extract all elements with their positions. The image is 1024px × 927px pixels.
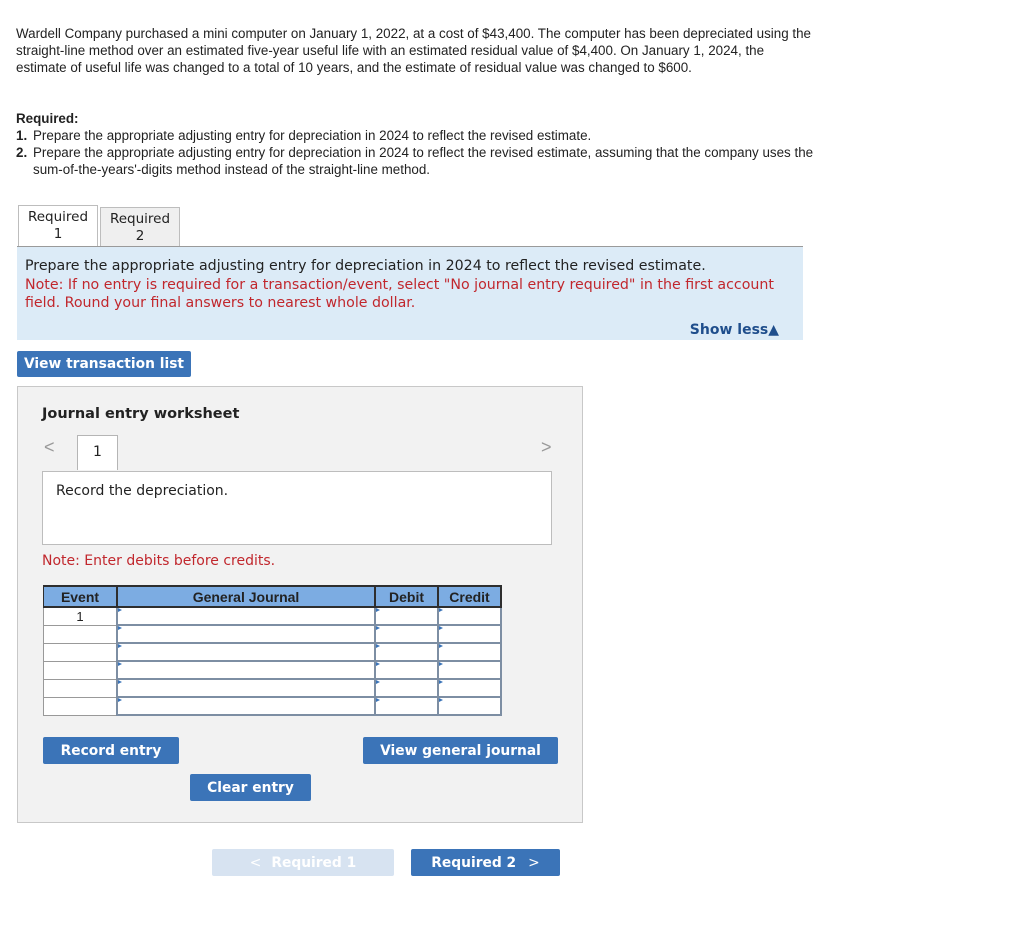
tab-label-line1: Required	[109, 211, 171, 227]
view-general-journal-button[interactable]: View general journal	[363, 737, 558, 764]
journal-row: 1	[43, 606, 502, 626]
account-input[interactable]	[116, 624, 376, 644]
prev-required-button[interactable]: < Required 1	[212, 849, 394, 876]
dropdown-marker-icon	[376, 626, 380, 630]
column-header-debit: Debit	[374, 585, 439, 608]
requirement-tabs: Required 1 Required 2	[18, 205, 180, 247]
credit-input[interactable]	[437, 678, 502, 698]
column-header-event: Event	[43, 585, 118, 608]
column-header-general-journal: General Journal	[116, 585, 376, 608]
debit-input[interactable]	[374, 660, 439, 680]
instruction-panel: Prepare the appropriate adjusting entry …	[17, 246, 803, 340]
debit-input[interactable]	[374, 696, 439, 716]
tab-label-line1: Required	[27, 209, 89, 225]
transaction-description: Record the depreciation.	[42, 471, 552, 545]
credit-input[interactable]	[437, 606, 502, 626]
debit-input[interactable]	[374, 678, 439, 698]
tab-label-line2: 2	[135, 228, 145, 244]
required-item-number: 1.	[16, 128, 28, 143]
account-input[interactable]	[116, 696, 376, 716]
instruction-text: Prepare the appropriate adjusting entry …	[25, 258, 706, 274]
event-cell	[43, 660, 118, 680]
next-required-button[interactable]: Required 2 >	[411, 849, 560, 876]
journal-row	[43, 624, 502, 644]
column-header-credit: Credit	[437, 585, 502, 608]
required-item-1: 1. Prepare the appropriate adjusting ent…	[16, 127, 816, 144]
credit-input[interactable]	[437, 696, 502, 716]
dropdown-marker-icon	[118, 698, 122, 702]
required-item-number: 2.	[16, 145, 28, 160]
required-item-2: 2. Prepare the appropriate adjusting ent…	[16, 144, 816, 178]
journal-entry-worksheet: Journal entry worksheet < 1 > Record the…	[17, 386, 583, 823]
worksheet-title: Journal entry worksheet	[42, 406, 240, 422]
dropdown-marker-icon	[118, 662, 122, 666]
instruction-note: Note: If no entry is required for a tran…	[25, 276, 774, 312]
tab-required-2[interactable]: Required 2	[100, 207, 180, 247]
credit-input[interactable]	[437, 624, 502, 644]
dropdown-marker-icon	[118, 608, 122, 612]
event-cell: 1	[43, 606, 118, 626]
dropdown-marker-icon	[439, 626, 443, 630]
journal-row	[43, 642, 502, 662]
account-input[interactable]	[116, 660, 376, 680]
dropdown-marker-icon	[118, 680, 122, 684]
dropdown-marker-icon	[376, 698, 380, 702]
dropdown-marker-icon	[439, 644, 443, 648]
dropdown-marker-icon	[439, 698, 443, 702]
credit-input[interactable]	[437, 642, 502, 662]
dropdown-marker-icon	[439, 662, 443, 666]
journal-row	[43, 696, 502, 716]
debits-credits-note: Note: Enter debits before credits.	[42, 553, 276, 569]
next-required-label: Required 2	[431, 854, 517, 871]
credit-input[interactable]	[437, 660, 502, 680]
dropdown-marker-icon	[376, 608, 380, 612]
dropdown-marker-icon	[376, 644, 380, 648]
dropdown-marker-icon	[439, 680, 443, 684]
journal-header-row: Event General Journal Debit Credit	[43, 585, 502, 608]
required-item-text: Prepare the appropriate adjusting entry …	[33, 145, 814, 177]
dropdown-marker-icon	[376, 662, 380, 666]
record-entry-button[interactable]: Record entry	[43, 737, 179, 764]
journal-row	[43, 660, 502, 680]
dropdown-marker-icon	[118, 644, 122, 648]
required-item-text: Prepare the appropriate adjusting entry …	[33, 128, 592, 143]
required-section: Required: 1. Prepare the appropriate adj…	[16, 110, 816, 178]
event-cell	[43, 642, 118, 662]
clear-entry-button[interactable]: Clear entry	[190, 774, 311, 801]
worksheet-page-tab[interactable]: 1	[77, 435, 118, 470]
event-cell	[43, 624, 118, 644]
tab-required-1[interactable]: Required 1	[18, 205, 98, 247]
debit-input[interactable]	[374, 606, 439, 626]
view-transaction-list-button[interactable]: View transaction list	[17, 351, 191, 377]
debit-input[interactable]	[374, 642, 439, 662]
chevron-right-icon: >	[528, 854, 540, 871]
chevron-left-icon: <	[249, 854, 262, 871]
dropdown-marker-icon	[439, 608, 443, 612]
journal-row	[43, 678, 502, 698]
dropdown-marker-icon	[118, 626, 122, 630]
prev-required-label: Required 1	[271, 854, 357, 871]
event-cell	[43, 696, 118, 716]
account-input[interactable]	[116, 642, 376, 662]
account-input[interactable]	[116, 606, 376, 626]
event-cell	[43, 678, 118, 698]
debit-input[interactable]	[374, 624, 439, 644]
journal-table: Event General Journal Debit Credit 1	[43, 585, 502, 716]
account-input[interactable]	[116, 678, 376, 698]
chevron-left-icon[interactable]: <	[44, 437, 55, 458]
chevron-right-icon[interactable]: >	[541, 437, 552, 458]
required-title: Required:	[16, 111, 79, 126]
tab-label-line2: 1	[53, 226, 63, 242]
problem-statement: Wardell Company purchased a mini compute…	[16, 26, 811, 75]
dropdown-marker-icon	[376, 680, 380, 684]
show-less-link[interactable]: Show less▲	[690, 321, 779, 340]
